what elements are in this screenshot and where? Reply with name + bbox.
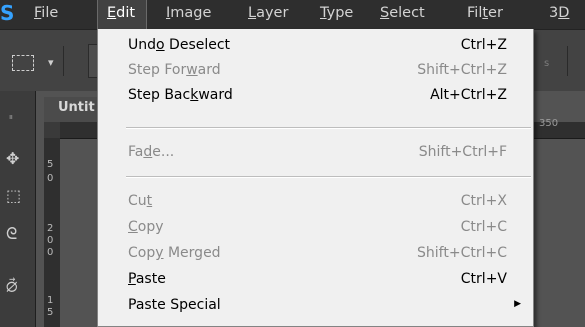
menu-item-copy[interactable]: Copy Ctrl+C bbox=[98, 217, 533, 241]
app-logo: S bbox=[0, 1, 15, 25]
menu-item-shortcut: Ctrl+X bbox=[460, 193, 507, 209]
menu-layer[interactable]: Layer bbox=[248, 0, 288, 29]
document-tab[interactable]: Untit bbox=[44, 97, 104, 122]
menu-label-part: dit bbox=[116, 5, 136, 21]
menu-label-part: er bbox=[488, 5, 503, 21]
menu-image[interactable]: Image bbox=[166, 0, 211, 29]
menu-item-shortcut: Ctrl+C bbox=[460, 219, 507, 235]
divider bbox=[63, 46, 64, 76]
lasso-tool-icon[interactable]: ᘓ bbox=[6, 224, 17, 244]
menu-item-label: Step Backward bbox=[128, 87, 233, 103]
vertical-ruler: 5 0 2 0 0 1 5 bbox=[44, 138, 60, 327]
marquee-preset-icon[interactable] bbox=[12, 55, 34, 71]
menu-label-part: ile bbox=[41, 5, 59, 21]
document-tab-label: Untit bbox=[58, 100, 95, 115]
menu-item-label: Fade... bbox=[128, 144, 175, 160]
ruler-digit: 5 bbox=[47, 159, 54, 170]
menu-item-cut[interactable]: Cut Ctrl+X bbox=[98, 191, 533, 215]
menu-label-part: mage bbox=[170, 5, 212, 21]
menu-mnemonic: S bbox=[380, 5, 390, 21]
menu-item-shortcut: Alt+Ctrl+Z bbox=[430, 87, 507, 103]
menu-item-label: Paste Special bbox=[128, 297, 221, 313]
ruler-digit: 5 bbox=[47, 307, 54, 318]
tools-panel: ııı ✥ ⬚ ᘓ ⦳ bbox=[0, 91, 36, 327]
menu-type[interactable]: Type bbox=[320, 0, 353, 29]
ruler-digit: 0 bbox=[47, 247, 54, 258]
ruler-label: 350 bbox=[539, 118, 559, 129]
menu-item-label: Copy Merged bbox=[128, 245, 221, 261]
move-tool-icon[interactable]: ✥ bbox=[6, 149, 19, 168]
chevron-down-icon[interactable]: ▾ bbox=[48, 56, 54, 69]
menu-label-part: 3 bbox=[549, 5, 559, 21]
divider bbox=[567, 46, 568, 76]
menu-item-step-backward[interactable]: Step Backward Alt+Ctrl+Z bbox=[98, 85, 533, 109]
menu-item-fade[interactable]: Fade... Shift+Ctrl+F bbox=[98, 142, 533, 166]
menu-item-label: Undo Deselect bbox=[128, 37, 231, 53]
panel-grip-icon[interactable]: ııı bbox=[9, 113, 13, 121]
ruler-digit: 1 bbox=[47, 295, 54, 306]
menu-item-paste[interactable]: Paste Ctrl+V bbox=[98, 269, 533, 293]
menu-filter[interactable]: Filter bbox=[467, 0, 503, 29]
menu-item-label: Step Forward bbox=[128, 62, 221, 78]
menu-mnemonic: T bbox=[320, 5, 327, 21]
ruler-digit: 0 bbox=[47, 173, 54, 184]
options-label: s bbox=[544, 58, 550, 69]
menu-mnemonic: D bbox=[558, 5, 570, 21]
edit-menu-dropdown: Undo Deselect Ctrl+Z Step Forward Shift+… bbox=[97, 29, 534, 327]
quick-select-tool-icon[interactable]: ⦳ bbox=[6, 277, 18, 297]
menu-item-step-forward[interactable]: Step Forward Shift+Ctrl+Z bbox=[98, 60, 533, 84]
menu-item-shortcut: Shift+Ctrl+F bbox=[418, 144, 507, 160]
menu-label-part: ayer bbox=[256, 5, 289, 21]
menu-mnemonic: E bbox=[107, 5, 117, 21]
menu-edit[interactable]: Edit bbox=[97, 0, 147, 29]
menu-item-shortcut: Shift+Ctrl+Z bbox=[417, 62, 507, 78]
menu-item-shortcut: Ctrl+V bbox=[460, 271, 507, 287]
menu-3d[interactable]: 3D bbox=[549, 0, 569, 29]
menu-item-shortcut: Shift+Ctrl+C bbox=[417, 245, 507, 261]
menu-item-label: Copy bbox=[128, 219, 164, 235]
menu-label-part: ype bbox=[326, 5, 354, 21]
menu-label-part: Fil bbox=[467, 5, 483, 21]
menu-separator bbox=[126, 127, 531, 129]
menu-item-shortcut: Ctrl+Z bbox=[460, 37, 507, 53]
menu-item-copy-merged[interactable]: Copy Merged Shift+Ctrl+C bbox=[98, 243, 533, 267]
ruler-digit: 0 bbox=[47, 235, 54, 246]
menu-mnemonic: L bbox=[248, 5, 257, 21]
menu-file[interactable]: File bbox=[27, 0, 67, 29]
menu-item-label: Cut bbox=[128, 193, 153, 209]
submenu-arrow-icon: ▶ bbox=[514, 299, 521, 309]
menu-separator bbox=[126, 176, 531, 178]
menu-select[interactable]: Select bbox=[380, 0, 425, 29]
menu-item-paste-special[interactable]: Paste Special ▶ bbox=[98, 295, 533, 319]
menu-label-part: elect bbox=[389, 5, 425, 21]
menu-item-label: Paste bbox=[128, 271, 166, 287]
menu-bar: S File Edit Image Layer Type Select Filt… bbox=[0, 0, 585, 29]
ruler-origin[interactable] bbox=[44, 122, 60, 138]
ruler-digit: 2 bbox=[47, 223, 54, 234]
menu-item-undo-deselect[interactable]: Undo Deselect Ctrl+Z bbox=[98, 35, 533, 59]
marquee-tool-icon[interactable]: ⬚ bbox=[6, 186, 21, 205]
